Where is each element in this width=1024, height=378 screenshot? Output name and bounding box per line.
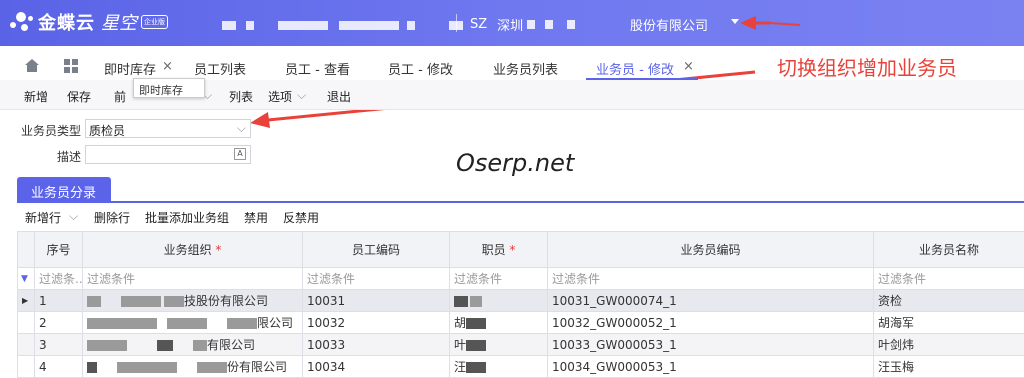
grid-toolbar: 新增行 ⌵ 删除行 批量添加业务组 禁用 反禁用 xyxy=(17,205,1024,229)
multilang-icon[interactable]: A xyxy=(234,148,246,160)
redacted-text xyxy=(222,18,463,32)
table-row[interactable]: 3 有限公司 10033 叶 10033_GW000053_1 叶剑炜 xyxy=(18,334,1024,356)
chevron-down-icon[interactable] xyxy=(731,19,739,24)
org-selector[interactable]: SZ 深圳 xyxy=(470,15,579,34)
row-indicator xyxy=(18,356,35,378)
cell-sales-code[interactable]: 10033_GW000053_1 xyxy=(548,334,874,356)
column-header-name[interactable]: 业务员名称 xyxy=(874,232,1024,268)
add-row-button[interactable]: 新增行 xyxy=(25,209,61,226)
cell-seq[interactable]: 1 xyxy=(35,290,83,312)
filter-cell[interactable]: 过滤条件 xyxy=(874,268,1024,290)
cell-staff[interactable]: 叶 xyxy=(450,334,548,356)
table-row[interactable]: 2 限公司 10032 胡 10032_GW000052_1 胡海军 xyxy=(18,312,1024,334)
filter-cell[interactable]: 过滤条件 xyxy=(83,268,303,290)
brand-logo: 金蝶云 星空 企业版 xyxy=(8,8,168,36)
list-button[interactable]: 列表 xyxy=(229,88,253,105)
required-mark: * xyxy=(509,243,515,257)
tab-salesman-entries[interactable]: 业务员分录 xyxy=(17,177,111,202)
column-header-org[interactable]: 业务组织 * xyxy=(83,232,303,268)
column-header-seq[interactable]: 序号 xyxy=(35,232,83,268)
tab-employee-view[interactable]: 员工 - 查看 xyxy=(285,59,350,78)
column-header-sales-code[interactable]: 业务员编码 xyxy=(548,232,874,268)
cell-name[interactable]: 胡海军 xyxy=(874,312,1024,334)
filter-icon[interactable]: ▼ xyxy=(18,268,35,290)
description-field[interactable]: A xyxy=(85,145,251,164)
batch-add-button[interactable]: 批量添加业务组 xyxy=(145,209,229,226)
tab-employee-edit[interactable]: 员工 - 修改 xyxy=(388,59,453,78)
row-pointer-icon: ▶ xyxy=(18,290,35,312)
chevron-down-icon[interactable]: ⌵ xyxy=(297,88,306,103)
table-row[interactable]: ▶ 1 技股份有限公司 10031 10031_GW000074_1 资检 xyxy=(18,290,1024,312)
cell-org[interactable]: 技股份有限公司 xyxy=(83,290,303,312)
exit-button[interactable]: 退出 xyxy=(327,88,351,105)
disable-button[interactable]: 禁用 xyxy=(244,209,268,226)
company-name[interactable]: 股份有限公司 xyxy=(630,15,708,34)
cell-name[interactable]: 资检 xyxy=(874,290,1024,312)
cell-name[interactable]: 汪玉梅 xyxy=(874,356,1024,378)
cell-org[interactable]: 限公司 xyxy=(83,312,303,334)
cell-emp-code[interactable]: 10031 xyxy=(303,290,450,312)
filter-cell[interactable]: 过滤条... xyxy=(35,268,83,290)
tab-employee-list[interactable]: 员工列表 xyxy=(194,59,246,78)
org-code: SZ xyxy=(470,17,487,32)
delete-row-button[interactable]: 删除行 xyxy=(94,209,130,226)
home-icon[interactable] xyxy=(25,59,39,75)
required-mark: * xyxy=(215,243,221,257)
close-icon[interactable]: × xyxy=(683,59,694,74)
cell-emp-code[interactable]: 10033 xyxy=(303,334,450,356)
cell-seq[interactable]: 4 xyxy=(35,356,83,378)
tooltip: 即时库存 xyxy=(133,78,205,98)
tab-inventory[interactable]: 即时库存 xyxy=(104,59,156,78)
cell-seq[interactable]: 2 xyxy=(35,312,83,334)
tab-salesman-edit[interactable]: 业务员 - 修改 xyxy=(596,59,674,78)
cell-seq[interactable]: 3 xyxy=(35,334,83,356)
table-row[interactable]: 4 份有限公司 10034 汪 10034_GW000053_1 汪玉梅 xyxy=(18,356,1024,378)
row-indicator xyxy=(18,312,35,334)
new-button[interactable]: 新增 xyxy=(24,88,48,105)
filter-cell[interactable]: 过滤条件 xyxy=(548,268,874,290)
chevron-down-icon: ⌵ xyxy=(237,121,246,136)
cell-org[interactable]: 有限公司 xyxy=(83,334,303,356)
chevron-down-icon[interactable]: ⌵ xyxy=(69,209,78,224)
watermark: Oserp.net xyxy=(456,149,574,177)
prev-button[interactable]: 前 xyxy=(114,88,126,105)
description-label: 描述 xyxy=(57,148,81,165)
filter-cell[interactable]: 过滤条件 xyxy=(450,268,548,290)
row-indicator-header xyxy=(18,232,35,268)
salesman-type-select[interactable]: 质检员 ⌵ xyxy=(85,119,251,138)
cell-emp-code[interactable]: 10032 xyxy=(303,312,450,334)
cell-name[interactable]: 叶剑炜 xyxy=(874,334,1024,356)
cell-sales-code[interactable]: 10032_GW000052_1 xyxy=(548,312,874,334)
cell-sales-code[interactable]: 10034_GW000053_1 xyxy=(548,356,874,378)
logo-icon xyxy=(8,8,36,36)
enable-button[interactable]: 反禁用 xyxy=(283,209,319,226)
cell-org[interactable]: 份有限公司 xyxy=(83,356,303,378)
org-city: 深圳 xyxy=(497,15,523,34)
tab-salesman-list[interactable]: 业务员列表 xyxy=(493,59,558,78)
close-icon[interactable]: × xyxy=(162,59,173,74)
brand-name: 金蝶云 xyxy=(38,9,95,35)
header-divider xyxy=(456,14,457,32)
save-button[interactable]: 保存 xyxy=(67,88,91,105)
edition-badge: 企业版 xyxy=(141,15,168,29)
cell-staff[interactable]: 胡 xyxy=(450,312,548,334)
row-indicator xyxy=(18,334,35,356)
annotation-text: 切换组织增加业务员 xyxy=(777,52,957,81)
filter-cell[interactable]: 过滤条件 xyxy=(303,268,450,290)
cell-sales-code[interactable]: 10031_GW000074_1 xyxy=(548,290,874,312)
options-button[interactable]: 选项 xyxy=(268,88,292,105)
section-divider xyxy=(17,201,1024,203)
column-header-emp-code[interactable]: 员工编码 xyxy=(303,232,450,268)
brand-product: 星空 xyxy=(101,9,137,35)
filter-row: ▼ 过滤条... 过滤条件 过滤条件 过滤条件 过滤条件 过滤条件 xyxy=(18,268,1024,290)
column-header-staff[interactable]: 职员 * xyxy=(450,232,548,268)
salesman-entries-table: 序号 业务组织 * 员工编码 职员 * 业务员编码 业务员名称 ▼ 过滤条...… xyxy=(17,231,1024,378)
table-header-row: 序号 业务组织 * 员工编码 职员 * 业务员编码 业务员名称 xyxy=(18,232,1024,268)
cell-staff[interactable] xyxy=(450,290,548,312)
cell-emp-code[interactable]: 10034 xyxy=(303,356,450,378)
cell-staff[interactable]: 汪 xyxy=(450,356,548,378)
apps-grid-icon[interactable] xyxy=(64,59,78,76)
top-bar: 金蝶云 星空 企业版 SZ 深圳 股份有限公司 xyxy=(0,0,1024,46)
salesman-type-label: 业务员类型 xyxy=(21,122,81,139)
